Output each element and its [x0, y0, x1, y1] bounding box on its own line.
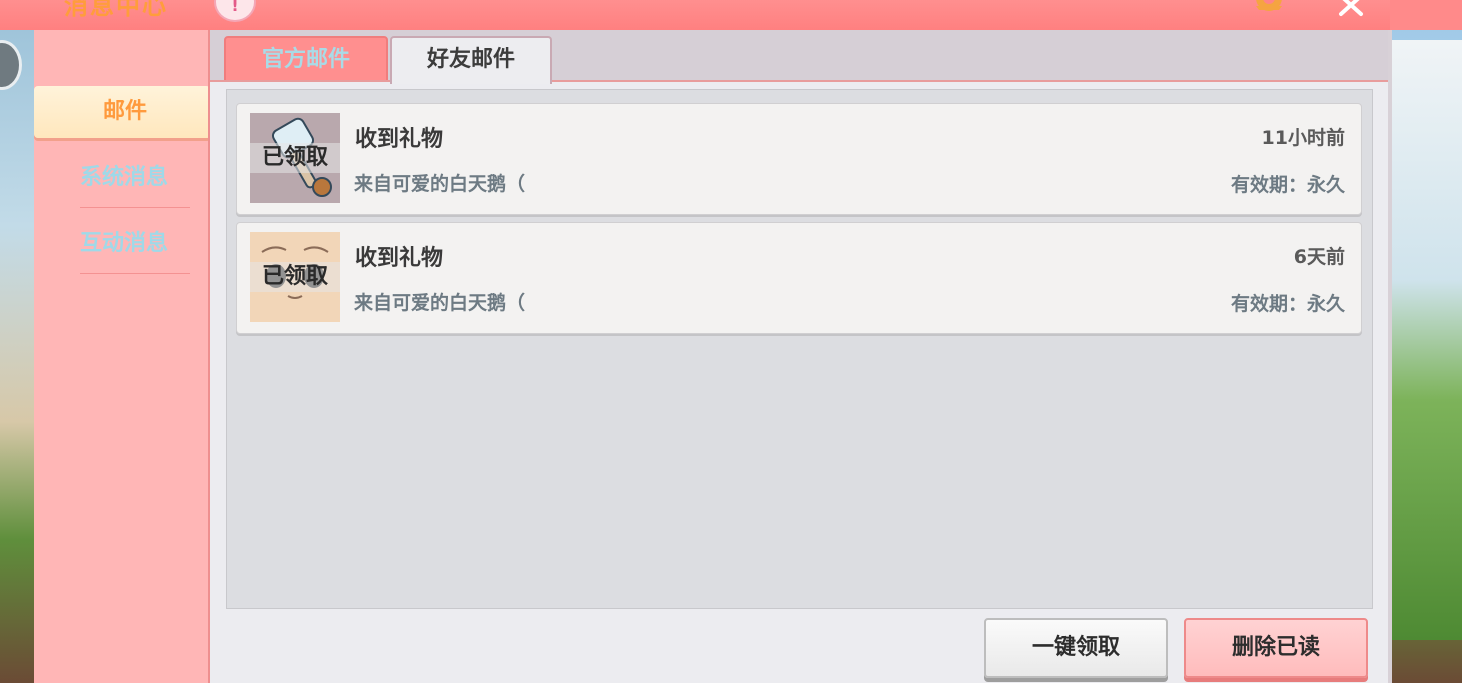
claim-all-button[interactable]: 一键领取	[984, 618, 1168, 678]
mail-expiry: 有效期：永久	[1230, 174, 1345, 196]
sidebar-divider	[80, 207, 190, 208]
gift-thumbnail: 已领取	[250, 232, 340, 322]
mail-item[interactable]: 已领取 收到礼物 来自可爱的白天鹅（ 6天前 有效期：永久	[236, 222, 1362, 334]
title-bar: 消息中心 !	[0, 0, 1390, 32]
info-badge-icon[interactable]: !	[214, 0, 256, 22]
sidebar-item-system-messages[interactable]: 系统消息	[34, 152, 214, 204]
sidebar-divider	[80, 273, 190, 274]
mail-item[interactable]: 已领取 收到礼物 来自可爱的白天鹅（ 11小时前 有效期：永久	[236, 103, 1362, 215]
mail-sender: 来自可爱的白天鹅（	[354, 173, 526, 195]
claimed-label: 已领取	[250, 262, 340, 292]
background-scenery	[1390, 40, 1462, 640]
gift-thumbnail: 已领取	[250, 113, 340, 203]
sidebar-item-mail[interactable]: 邮件	[34, 86, 216, 138]
tab-friend-mail[interactable]: 好友邮件	[390, 36, 552, 84]
mail-sender: 来自可爱的白天鹅（	[354, 292, 526, 314]
mail-expiry: 有效期：永久	[1230, 293, 1345, 315]
claimed-label: 已领取	[250, 143, 340, 173]
background-edge	[0, 30, 34, 683]
delete-read-button[interactable]: 删除已读	[1184, 618, 1368, 678]
mail-title: 收到礼物	[355, 246, 444, 271]
sidebar-item-interaction-messages[interactable]: 互动消息	[34, 218, 214, 270]
window-title: 消息中心	[64, 0, 168, 20]
mail-time: 6天前	[1293, 246, 1345, 268]
tab-official-mail[interactable]: 官方邮件	[224, 36, 388, 84]
mail-title: 收到礼物	[355, 127, 444, 152]
mail-time: 11小时前	[1261, 127, 1345, 149]
title-bar-edge	[1390, 0, 1462, 30]
gear-icon[interactable]	[1252, 0, 1286, 18]
close-icon[interactable]	[1336, 0, 1366, 20]
